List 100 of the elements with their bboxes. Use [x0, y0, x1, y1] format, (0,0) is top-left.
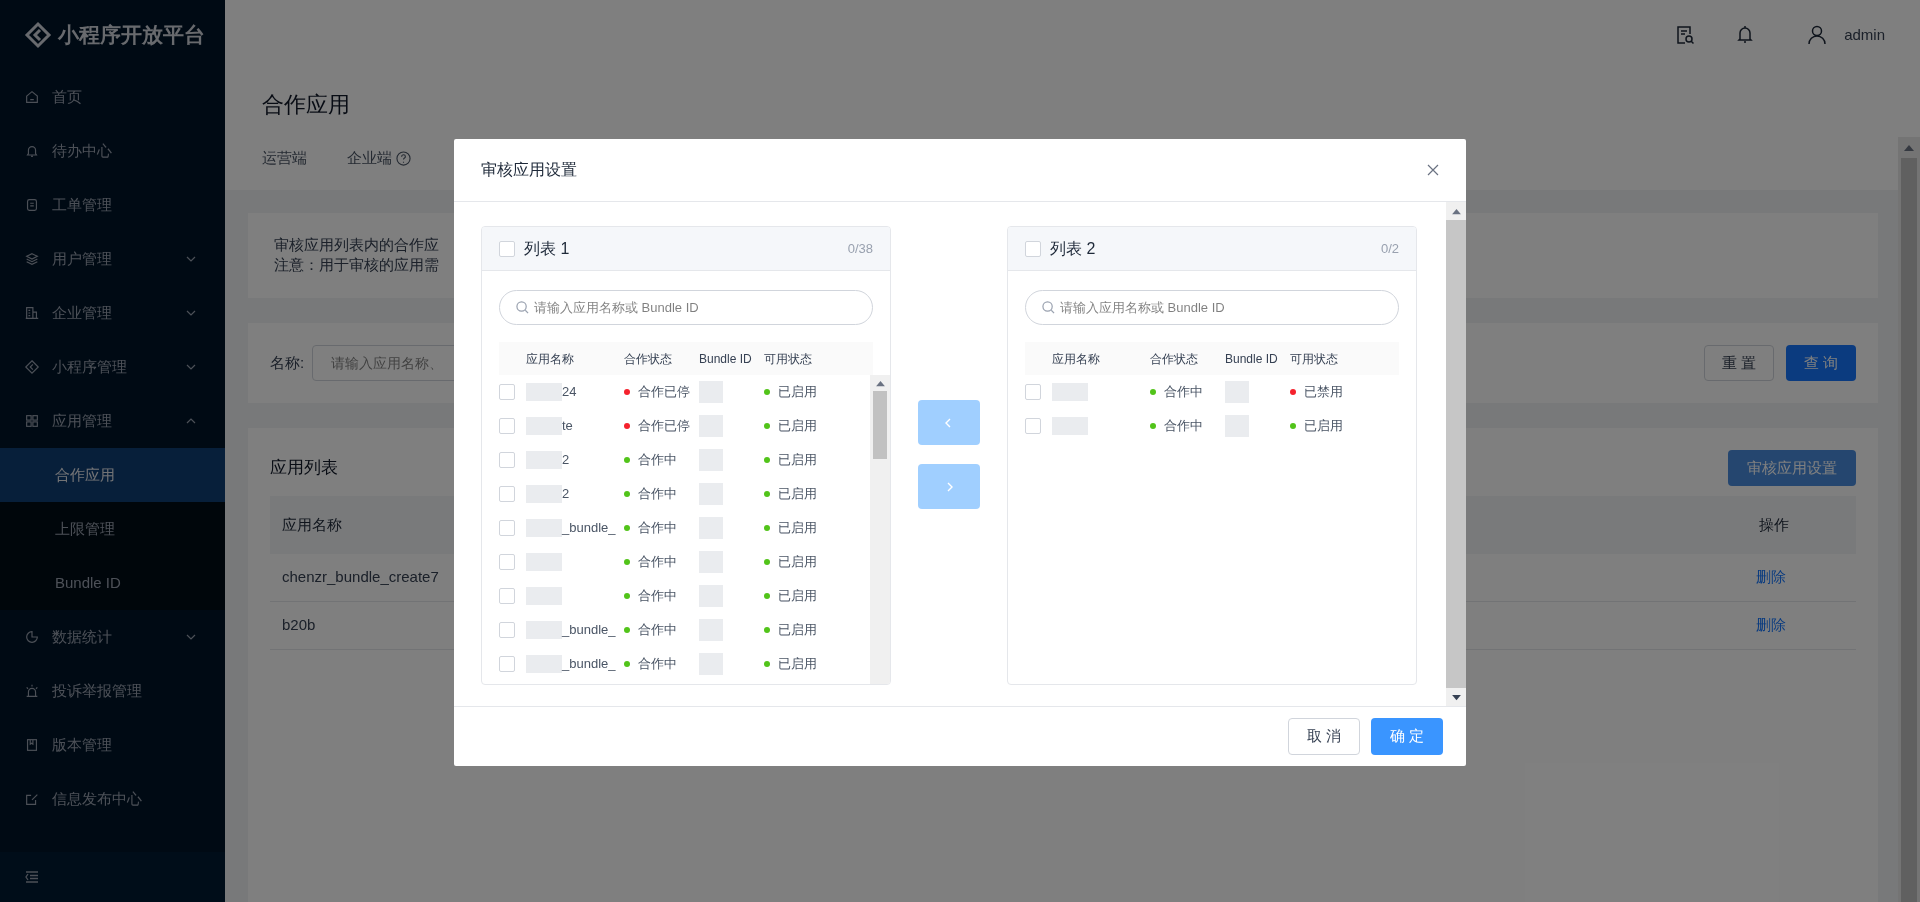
checkbox[interactable]	[499, 622, 515, 638]
checkbox[interactable]	[499, 656, 515, 672]
reset-button[interactable]: 重 置	[1704, 345, 1774, 381]
search-field[interactable]: 请输入应用名称或 Bundle ID	[499, 290, 873, 325]
status-text: 合作中	[638, 621, 677, 640]
scroll-up-arrow-icon[interactable]	[875, 380, 885, 387]
scrollbar-thumb[interactable]	[873, 391, 887, 459]
checkbox[interactable]	[1025, 384, 1041, 400]
filter-label: 名称:	[270, 352, 305, 373]
status-text: 已启用	[778, 451, 817, 470]
sidebar-item[interactable]: 首页	[0, 70, 225, 124]
close-icon[interactable]	[1427, 164, 1439, 176]
notice-text: 注意：用于审核的应用需	[274, 255, 439, 275]
house-icon	[24, 89, 40, 105]
tab[interactable]: 企业端	[347, 147, 411, 170]
checkbox[interactable]	[499, 588, 515, 604]
select-all-checkbox[interactable]	[499, 240, 515, 257]
notice-text: 审核应用列表内的合作应	[274, 235, 439, 255]
checkbox[interactable]	[1025, 418, 1041, 434]
status-text: 合作已停	[638, 417, 690, 436]
review-settings-button[interactable]: 审核应用设置	[1728, 450, 1856, 486]
status-text: 已启用	[1304, 417, 1343, 436]
modal-title: 审核应用设置	[481, 160, 577, 180]
status-text: 合作中	[638, 587, 677, 606]
checkbox[interactable]	[499, 384, 515, 400]
table-cell-text: b20b	[282, 615, 316, 636]
sidebar-item[interactable]: 待办中心	[0, 124, 225, 178]
list-title: 应用列表	[270, 457, 338, 480]
status-text: 合作中	[638, 553, 677, 572]
layers-icon	[24, 251, 40, 267]
sidebar-item[interactable]: 工单管理	[0, 178, 225, 232]
status-text: 合作已停	[638, 383, 690, 402]
status-text: 已启用	[778, 621, 817, 640]
checkbox[interactable]	[499, 452, 515, 468]
list-title: 列表 1	[524, 238, 570, 259]
column-header: 应用名称	[282, 514, 342, 535]
sidebar-item[interactable]: 信息发布中心	[0, 772, 225, 826]
confirm-button[interactable]: 确 定	[1371, 718, 1443, 755]
status-text: 已启用	[778, 553, 817, 572]
status-text: 合作中	[638, 451, 677, 470]
sidebar-item[interactable]: 用户管理	[0, 232, 225, 286]
sidebar-item[interactable]: 企业管理	[0, 286, 225, 340]
app-name: te	[562, 417, 573, 436]
diamond-logo-icon	[24, 359, 40, 375]
sidebar-item[interactable]: 小程序管理	[0, 340, 225, 394]
cancel-button[interactable]: 取 消	[1288, 718, 1360, 755]
status-text: 已启用	[778, 655, 817, 674]
select-all-checkbox[interactable]	[1025, 240, 1041, 257]
diamond-logo-icon	[24, 21, 52, 49]
delete-link[interactable]: 删除	[1756, 614, 1786, 637]
checkbox[interactable]	[499, 520, 515, 536]
help-icon[interactable]	[396, 150, 411, 166]
column-header: 合作状态	[1150, 350, 1199, 368]
checkbox[interactable]	[499, 486, 515, 502]
column-header: 应用名称	[1052, 350, 1101, 368]
status-text: 合作中	[638, 655, 677, 674]
search-field[interactable]: 请输入应用名称或 Bundle ID	[1025, 290, 1399, 325]
list-title: 列表 2	[1050, 238, 1096, 259]
sidebar-item[interactable]: 应用管理	[0, 394, 225, 448]
pie-chart-icon	[24, 629, 40, 645]
column-header: 可用状态	[764, 350, 813, 368]
search-icon	[1042, 301, 1055, 314]
column-header: 可用状态	[1290, 350, 1339, 368]
status-text: 已禁用	[1304, 383, 1343, 402]
scroll-up-arrow-icon[interactable]	[1451, 207, 1461, 215]
scroll-up-arrow-icon[interactable]	[1904, 144, 1914, 152]
app-name: _bundle_	[562, 519, 616, 538]
status-text: 合作中	[638, 485, 677, 504]
app-name: 2	[562, 485, 570, 504]
checkbox[interactable]	[499, 554, 515, 570]
status-text: 已启用	[778, 519, 817, 538]
tab[interactable]: 运营端	[262, 147, 307, 170]
column-header: Bundle ID	[699, 350, 753, 368]
app-name: 2	[562, 451, 570, 470]
sidebar-item[interactable]: 投诉举报管理	[0, 664, 225, 718]
app-name: _bundle_	[562, 621, 616, 640]
submenu-item[interactable]: 上限管理	[0, 502, 225, 556]
status-text: 已启用	[778, 417, 817, 436]
status-text: 合作中	[1164, 383, 1203, 402]
bookmark-book-icon	[24, 737, 40, 753]
column-header: Bundle ID	[1225, 350, 1279, 368]
checkbox[interactable]	[499, 418, 515, 434]
status-text: 已启用	[778, 587, 817, 606]
submenu-item[interactable]: Bundle ID	[0, 556, 225, 610]
scroll-down-arrow-icon[interactable]	[1451, 693, 1461, 701]
status-text: 已启用	[778, 383, 817, 402]
user-icon[interactable]	[1806, 24, 1829, 46]
delete-link[interactable]: 删除	[1756, 566, 1786, 589]
username[interactable]: admin	[1844, 23, 1885, 47]
menu-collapse-icon[interactable]	[24, 869, 40, 885]
column-header: 操作	[1759, 514, 1789, 535]
submenu-item[interactable]: 合作应用	[0, 448, 225, 502]
document-search-icon[interactable]	[1674, 24, 1697, 46]
sidebar-item[interactable]: 版本管理	[0, 718, 225, 772]
sidebar-item[interactable]: 数据统计	[0, 610, 225, 664]
search-button[interactable]: 查 询	[1786, 345, 1856, 381]
edit-icon	[24, 791, 40, 807]
status-text: 已启用	[778, 485, 817, 504]
building-icon	[24, 305, 40, 321]
selection-count: 0/2	[1380, 239, 1399, 258]
